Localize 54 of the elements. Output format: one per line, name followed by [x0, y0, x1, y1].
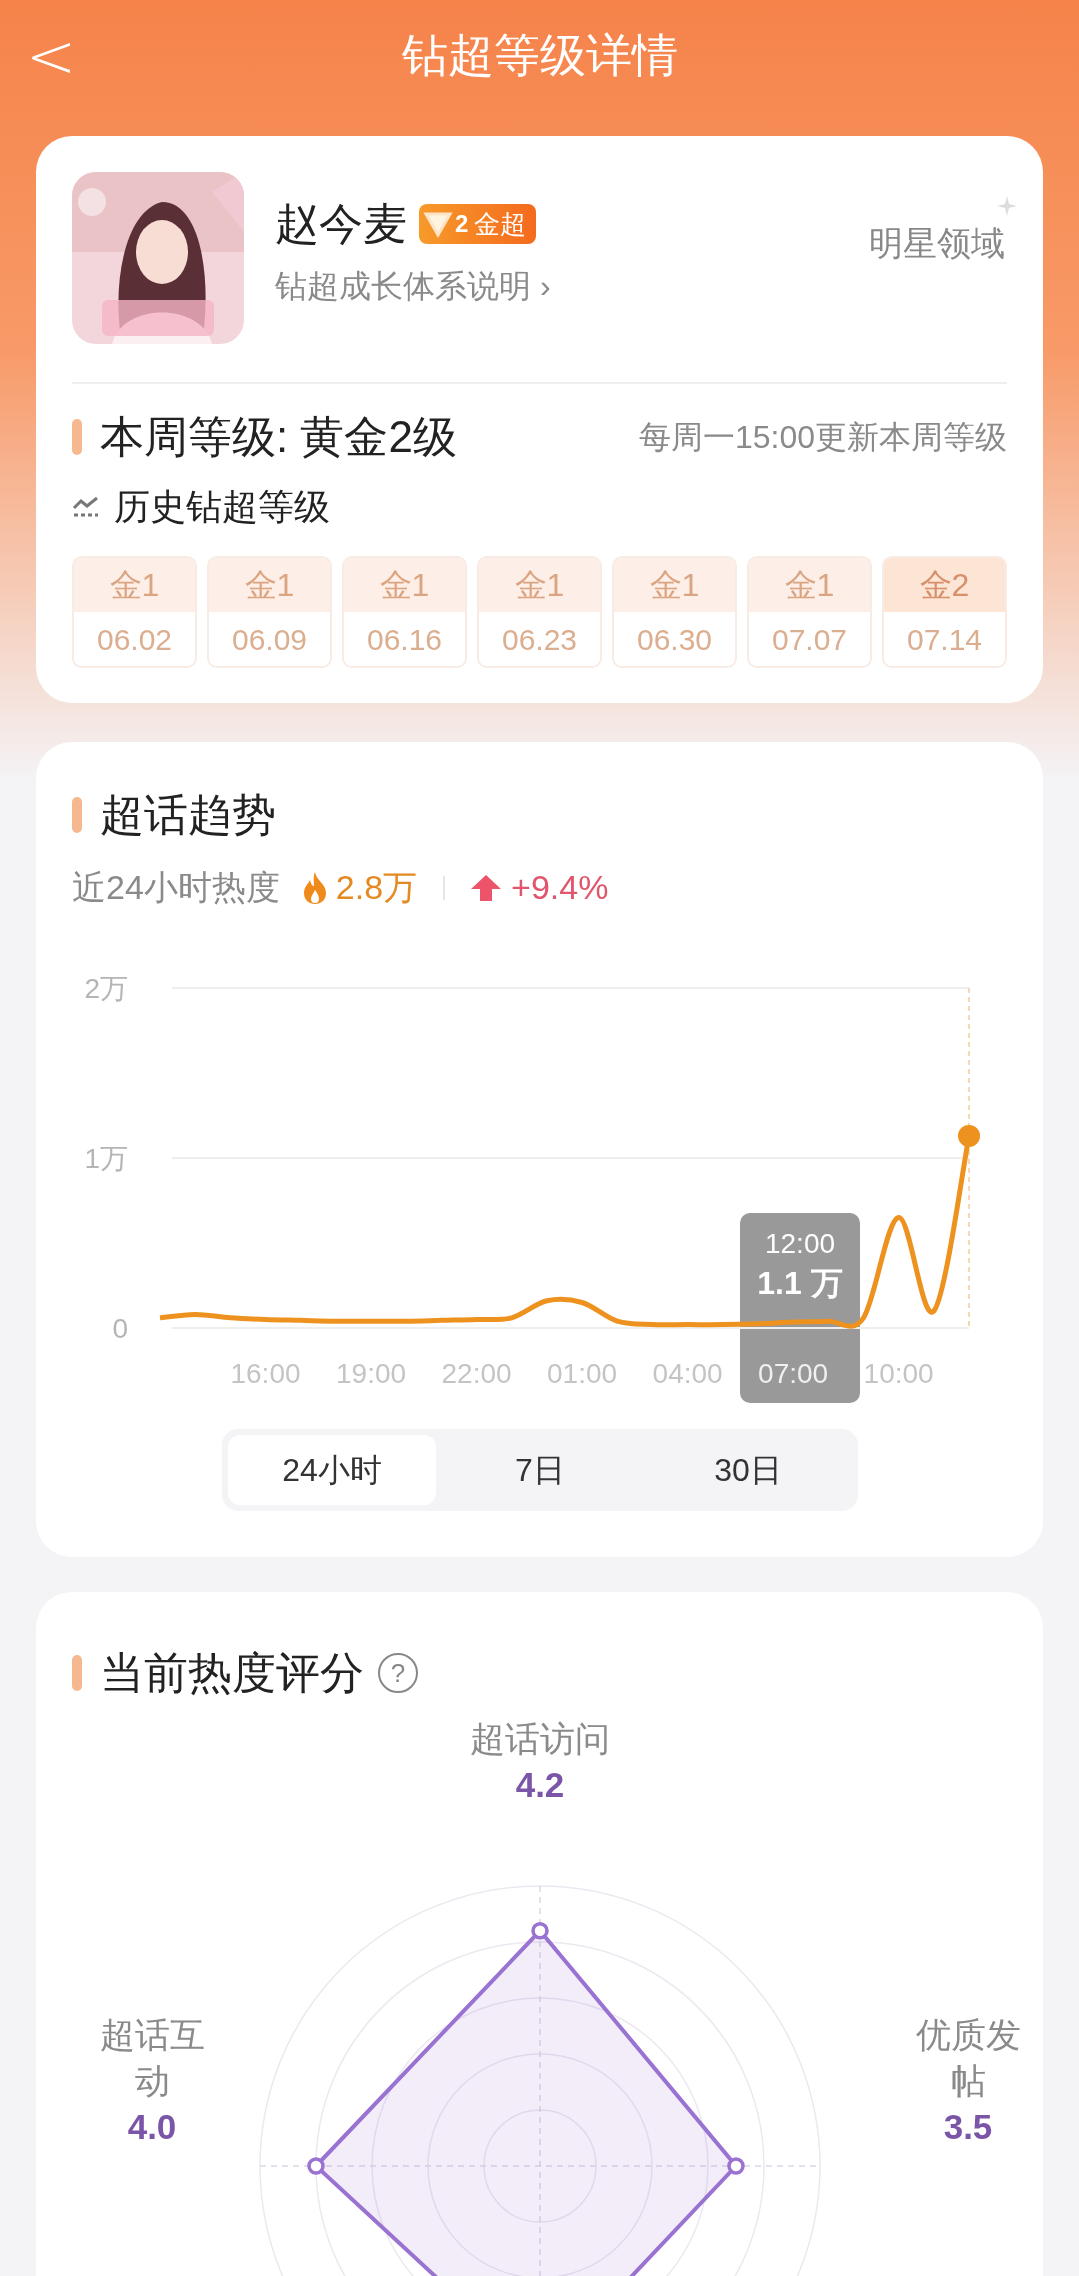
update-note: 每周一15:00更新本周等级	[638, 418, 1007, 457]
page-title: 钻超等级详情	[401, 27, 678, 83]
accent-bar	[72, 1655, 82, 1691]
accent-bar	[72, 419, 82, 455]
history-title: 历史钻超等级	[114, 485, 330, 529]
axis-label: 优质发帖	[914, 2014, 1022, 2102]
section-title: 超话趋势	[100, 789, 276, 841]
axis-label: 超话互动	[98, 2014, 206, 2102]
name-text: 赵今麦	[275, 202, 407, 246]
score-value: 4.0	[127, 2106, 177, 2148]
level-text: 金1	[749, 558, 870, 612]
help-icon[interactable]: ?	[378, 1653, 418, 1693]
change-value: +9.4%	[511, 867, 609, 908]
axis-label: 10:00	[863, 1358, 934, 1389]
score-value: 3.5	[943, 2106, 993, 2148]
axis-label: 超话访问	[470, 1718, 610, 1760]
level-digit: 2	[455, 212, 469, 236]
data-point	[958, 1124, 980, 1147]
score-value: 4.2	[515, 1764, 565, 1806]
level-text: 金2	[884, 558, 1005, 612]
radar-point	[531, 1922, 549, 1940]
sparkle-icon	[997, 196, 1017, 216]
badge-label: 金超	[474, 211, 527, 237]
diamond-icon	[423, 210, 453, 238]
axis-label: 01:00	[547, 1358, 618, 1389]
tooltip-time: 12:00	[764, 1227, 836, 1261]
axis-label: 19:00	[336, 1358, 407, 1389]
trend-icon	[72, 496, 100, 518]
axis-label: 07:00	[758, 1358, 829, 1389]
level-title: 本周等级: 黄金2级	[100, 411, 458, 463]
up-arrow-icon	[471, 874, 502, 901]
axis-label: 22:00	[441, 1358, 512, 1389]
axis-label: 0	[112, 1313, 128, 1344]
range-tab[interactable]: 30日	[644, 1435, 852, 1505]
axis-label: 04:00	[652, 1358, 723, 1389]
level-text: 金1	[479, 558, 600, 612]
level-text: 金1	[344, 558, 465, 612]
section-title: 当前热度评分	[100, 1647, 364, 1699]
accent-bar	[72, 797, 82, 833]
level-text: 金1	[614, 558, 735, 612]
range-tab[interactable]: 24小时	[228, 1435, 436, 1505]
radar-point	[307, 2157, 325, 2175]
domain-label: 明星领域	[869, 224, 1005, 262]
level-text: 金1	[209, 558, 330, 612]
axis-label: 1万	[84, 1143, 128, 1174]
fire-icon	[301, 871, 328, 904]
level-text: 金1	[74, 558, 195, 612]
axis-label: 16:00	[230, 1358, 301, 1389]
range-tab[interactable]: 7日	[436, 1435, 644, 1505]
heat-value: 2.8万	[335, 867, 418, 908]
heat-label: 近24小时热度	[72, 867, 280, 908]
radar-point	[727, 2157, 745, 2175]
tooltip-value: 1.1 万	[757, 1265, 843, 1301]
axis-label: 2万	[84, 973, 128, 1004]
